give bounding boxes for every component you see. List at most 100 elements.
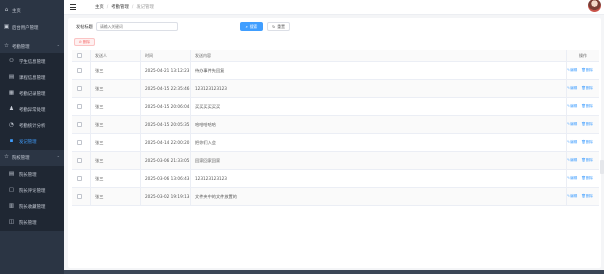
edit-link[interactable]: ✎编辑 (567, 104, 577, 109)
delete-label: 删除 (585, 122, 593, 126)
delete-link[interactable]: 🗑删除 (581, 158, 593, 163)
edit-link[interactable]: ✎编辑 (567, 158, 577, 163)
cell-sender: 张三 (95, 85, 104, 91)
search-button[interactable]: ⌕ 搜索 (240, 22, 263, 31)
search-input[interactable] (96, 22, 178, 31)
home-icon: ⌂ (4, 6, 9, 13)
row-checkbox[interactable] (77, 86, 82, 91)
messages-table: 发送人 时间 发送内容 操作 张三 2025-04-21 13:12:23 待办事件… (72, 50, 599, 206)
cell-sender: 张三 (95, 175, 104, 181)
doc-icon: ▤ (8, 170, 15, 177)
sidebar-item[interactable]: ☆ 院校管理 ⌃ (0, 149, 64, 166)
delete-link[interactable]: 🗑删除 (581, 104, 593, 109)
table-row: 张三 2025-04-15 20:05:35 哈哈哈哈哈 ✎编辑 🗑删除 (72, 116, 599, 134)
edit-link[interactable]: ✎编辑 (567, 176, 577, 181)
row-checkbox[interactable] (77, 104, 82, 109)
delete-link[interactable]: 🗑删除 (581, 122, 593, 127)
sidebar-item-label: 院长评论管理 (19, 188, 46, 194)
sidebar-item-label: 院长管理 (19, 172, 37, 178)
course-icon: ▤ (8, 73, 15, 80)
record-icon: ▦ (8, 89, 15, 96)
edit-link[interactable]: ✎编辑 (567, 194, 577, 199)
sidebar-item[interactable]: ◫ 院长管理 (0, 214, 64, 231)
delete-label: 删除 (585, 176, 593, 180)
sidebar-item[interactable]: ▢ 院长评论管理 (0, 182, 64, 199)
column-header-actions: 操作 (579, 52, 587, 58)
bulk-delete-button[interactable]: ⊘ 删除 (74, 38, 95, 46)
edit-link[interactable]: ✎编辑 (567, 140, 577, 145)
bottom-bar (64, 270, 604, 274)
delete-link[interactable]: 🗑删除 (581, 194, 593, 199)
edit-link[interactable]: ✎编辑 (567, 122, 577, 127)
stats-icon: ◔ (9, 121, 14, 128)
sidebar-item-label: 院长管理 (19, 220, 37, 226)
menu-toggle-icon[interactable] (70, 4, 76, 10)
admin-icon: ▣ (3, 23, 10, 30)
edit-link[interactable]: ✎编辑 (567, 68, 577, 73)
cell-content: 买买买买买买 (195, 103, 221, 109)
delete-label: 删除 (585, 140, 593, 144)
edit-label: 编辑 (570, 122, 578, 126)
delete-link[interactable]: 🗑删除 (581, 140, 593, 145)
edit-link[interactable]: ✎编辑 (567, 86, 577, 91)
cell-content: 哈哈哈哈哈 (195, 121, 216, 127)
cell-sender: 张三 (95, 193, 104, 199)
row-checkbox[interactable] (77, 176, 82, 181)
top-header: 主页 / 考勤管理 / 发记管理 (64, 0, 604, 15)
breadcrumb-section[interactable]: 考勤管理 (111, 5, 129, 10)
row-checkbox[interactable] (77, 122, 82, 127)
breadcrumb: 主页 / 考勤管理 / 发记管理 (95, 5, 154, 10)
delete-label: 删除 (585, 158, 593, 162)
comment-icon: ▢ (8, 186, 15, 193)
select-all-checkbox[interactable] (77, 53, 82, 58)
person-icon: ♟ (9, 105, 14, 112)
cell-time: 2025-04-15 20:06:04 (145, 104, 190, 109)
cell-content: 把你们入会 (195, 139, 216, 145)
table-row: 张三 2025-04-15 22:35:46 123123123123 ✎编辑 🗑删除 (72, 80, 599, 98)
sidebar-item-label: 考勤记录管理 (19, 91, 46, 97)
sidebar-item[interactable]: ▪ 发记管理 (0, 133, 64, 150)
breadcrumb-home[interactable]: 主页 (95, 5, 104, 10)
table-row: 张三 2025-03-06 13:06:43 123123123123 ✎编辑 🗑删除 (72, 170, 599, 188)
edit-label: 编辑 (570, 104, 578, 108)
sidebar-item[interactable]: ▣ 后台用户管理 (0, 19, 64, 36)
row-checkbox[interactable] (77, 68, 82, 73)
cell-time: 2025-04-21 13:12:23 (145, 68, 190, 73)
cell-sender: 张三 (95, 139, 104, 145)
table-body: 张三 2025-04-21 13:12:23 待办事件先回复 ✎编辑 🗑删除 张三 2025… (72, 62, 599, 206)
scrollbar-thumb[interactable] (600, 160, 604, 174)
edit-label: 编辑 (570, 194, 578, 198)
sidebar-item[interactable]: ♟ 考勤异常处理 (0, 101, 64, 118)
cell-time: 2025-03-02 19:19:13 (145, 194, 190, 199)
sidebar-item[interactable]: ▦ 考勤记录管理 (0, 85, 64, 102)
row-checkbox[interactable] (77, 158, 82, 163)
sidebar-item[interactable]: ◔ 考勤统计分析 (0, 117, 64, 134)
delete-label: 删除 (585, 86, 593, 90)
row-checkbox[interactable] (77, 194, 82, 199)
cell-content: 回家回家回家 (195, 157, 221, 163)
sidebar-item[interactable]: ▤ 课程信息管理 (0, 69, 64, 86)
sidebar-item-label: 院长收藏管理 (19, 204, 46, 210)
cell-sender: 张三 (95, 67, 104, 73)
delete-link[interactable]: 🗑删除 (581, 86, 593, 91)
delete-link[interactable]: 🗑删除 (581, 176, 593, 181)
sidebar-item[interactable]: ▥ 院长收藏管理 (0, 198, 64, 215)
sidebar-item-label: 发记管理 (19, 139, 37, 145)
edit-label: 编辑 (570, 176, 578, 180)
sidebar-item[interactable]: ⌂ 主页 (0, 2, 64, 19)
sidebar-item-label: 考勤管理 (12, 44, 30, 50)
sidebar-item[interactable]: ⚇ 学生信息管理 (0, 53, 64, 70)
avatar[interactable] (588, 0, 601, 12)
cell-time: 2025-04-15 20:05:35 (145, 122, 190, 127)
delete-link[interactable]: 🗑删除 (581, 68, 593, 73)
search-icon: ⌕ (245, 24, 248, 29)
table-row: 张三 2025-03-02 19:19:13 文件夹中的文件放置的 ✎编辑 🗑删除 (72, 188, 599, 206)
star-icon: ☆ (4, 153, 9, 160)
row-checkbox[interactable] (77, 140, 82, 145)
reset-icon: ↻ (272, 24, 276, 29)
cell-content: 123123123123 (195, 176, 227, 181)
reset-button[interactable]: ↻ 重置 (267, 22, 290, 31)
delete-label: 删除 (585, 104, 593, 108)
delete-label: 删除 (585, 194, 593, 198)
sidebar-item[interactable]: ▤ 院长管理 (0, 166, 64, 183)
